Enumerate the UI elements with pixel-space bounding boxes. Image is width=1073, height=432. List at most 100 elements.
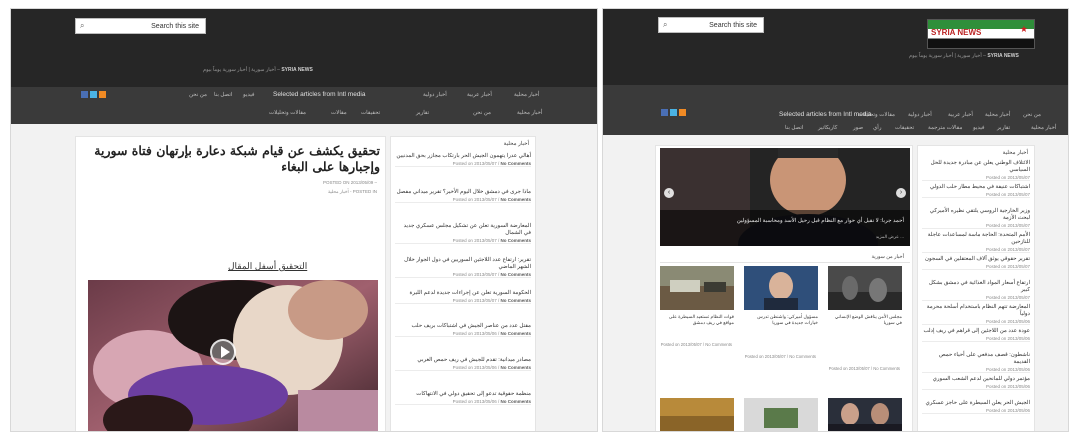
search-box[interactable]: ⌕ Search this site [75, 18, 206, 34]
sidebar: أخبار محلية أهالي عدرا يتهمون الجيش الحر… [390, 136, 536, 431]
search-icon: ⌕ [80, 21, 85, 30]
nav-item[interactable]: تحقيقات [361, 110, 380, 116]
nav-item[interactable]: من نحن [1023, 112, 1041, 118]
sidebar-item[interactable]: وزير الخارجية الروسي يلتقي نظيره الأميرك… [922, 208, 1030, 229]
sidebar-item[interactable]: الجيش الحر يعلن السيطرة على حاجز عسكري Po… [922, 400, 1030, 414]
nav-item[interactable]: اتصل بنا [214, 92, 232, 98]
card-thumbnail[interactable] [744, 398, 818, 431]
nav-item[interactable]: أخبار محلية [517, 110, 542, 116]
sidebar-item[interactable]: الأمم المتحدة: الحاجة ماسة لمساعدات عاجل… [922, 232, 1030, 253]
featured-image [660, 148, 910, 246]
play-icon[interactable] [210, 339, 236, 365]
post-date: POSTED ON 2013/05/09 – [322, 180, 377, 185]
sidebar-title: أخبار محلية [1002, 150, 1028, 156]
nav-item[interactable]: مقالات [331, 110, 347, 116]
sidebar-item[interactable]: الائتلاف الوطني يعلن عن مبادرة جديدة للح… [922, 160, 1030, 181]
sidebar-item[interactable]: المعارضة تتهم النظام باستخدام أسلحة محرم… [922, 304, 1030, 325]
nav-item[interactable]: فيديو [243, 92, 255, 98]
facebook-icon[interactable] [81, 91, 88, 98]
article-title: تحقيق يكشف عن قيام شبكة دعارة بإرتهان فت… [94, 143, 380, 174]
site-header: ⌕ Search this site SYRIA NEWS ★ أخبار سو… [603, 9, 1068, 85]
site-logo[interactable]: SYRIA NEWS ★ [927, 19, 1035, 49]
nav-item[interactable]: أخبار عربية [467, 92, 492, 98]
sidebar-item[interactable]: أهالي عدرا يتهمون الجيش الحر بارتكاب مجا… [395, 153, 531, 167]
sidebar-item[interactable]: ارتفاع أسعار المواد الغذائية في دمشق بشك… [922, 280, 1030, 301]
next-arrow-icon[interactable]: › [896, 188, 906, 198]
social-links [661, 109, 686, 116]
nav-item[interactable]: من نحن [473, 110, 491, 116]
nav-item[interactable]: أخبار محلية [1031, 125, 1056, 131]
section-divider [660, 262, 910, 263]
site-name: SYRIA NEWS [987, 53, 1019, 59]
sidebar-item[interactable]: عودة عدد من اللاجئين إلى قراهم في ريف إد… [922, 328, 1030, 342]
site-tagline: أخبار سورية | أخبار سورية يوماً بيوم – S… [909, 53, 1019, 59]
article: تحقيق يكشف عن قيام شبكة دعارة بإرتهان فت… [75, 136, 386, 431]
nav-item[interactable]: اتصل بنا [785, 125, 803, 131]
card-title[interactable]: قوات النظام تستعيد السيطرة على مواقع في … [660, 314, 734, 326]
right-screenshot: ⌕ Search this site SYRIA NEWS ★ أخبار سو… [602, 8, 1069, 432]
card-thumbnail[interactable] [660, 266, 734, 310]
nav-item[interactable]: مقالات مترجمة [928, 125, 962, 131]
star-icon: ★ [1019, 24, 1028, 34]
nav-item[interactable]: فيديو [973, 125, 985, 131]
site-header: ⌕ Search this site أخبار سورية | أخبار س… [11, 9, 597, 87]
twitter-icon[interactable] [670, 109, 677, 116]
search-placeholder: Search this site [709, 21, 757, 29]
prev-arrow-icon[interactable]: ‹ [664, 188, 674, 198]
featured-meta[interactable]: عرض المزيد ... [876, 234, 904, 240]
video-caption: التحقيق أسفل المقال [228, 261, 308, 271]
sidebar-item[interactable]: منظمة حقوقية تدعو إلى تحقيق دولي في الان… [395, 391, 531, 405]
card-thumbnail[interactable] [744, 266, 818, 310]
social-links [81, 91, 106, 98]
sidebar: أخبار محلية الائتلاف الوطني يعلن عن مباد… [917, 145, 1035, 431]
card-title[interactable]: مجلس الأمن يناقش الوضع الإنساني في سوريا [828, 314, 902, 326]
sidebar-item[interactable]: تقرير: ارتفاع عدد اللاجئين السوريين في د… [395, 257, 531, 278]
card-meta: Posted on 2013/05/07 / No Comments [744, 354, 816, 359]
nav-item[interactable]: صور [853, 125, 863, 131]
nav-item[interactable]: رأي [873, 125, 882, 131]
card-meta: Posted on 2013/05/07 / No Comments [660, 342, 732, 347]
nav-item[interactable]: كاريكاتير [818, 125, 837, 131]
card-meta: Posted on 2013/05/07 / No Comments [828, 366, 900, 371]
video-player[interactable] [88, 280, 378, 431]
nav-item[interactable]: من نحن [189, 92, 207, 98]
main-nav: أخبار محلية أخبار عربية أخبار دولية Sele… [11, 87, 597, 124]
nav-item[interactable]: تقارير [997, 125, 1010, 131]
card-thumbnail[interactable] [660, 398, 734, 431]
sidebar-item[interactable]: اشتباكات عنيفة في محيط مطار حلب الدولي Po… [922, 184, 1030, 198]
featured-caption[interactable]: أحمد جربا: لا نقبل أي حوار مع النظام قبل… [694, 218, 904, 225]
sidebar-item[interactable]: الحكومة السورية تعلن عن إجراءات جديدة لد… [395, 290, 531, 304]
search-placeholder: Search this site [151, 22, 199, 30]
rss-icon[interactable] [679, 109, 686, 116]
sidebar-item[interactable]: ماذا جرى في دمشق خلال اليوم الأخير؟ تقري… [395, 189, 531, 203]
sidebar-item[interactable]: المعارضة السورية تعلن عن تشكيل مجلس عسكر… [395, 223, 531, 244]
sidebar-item[interactable]: تقرير حقوقي يوثق آلاف المعتقلين في السجو… [922, 256, 1030, 270]
nav-item[interactable]: تقارير [416, 110, 429, 116]
nav-item[interactable]: أخبار دولية [423, 92, 447, 98]
section-title: أخبار من سورية [871, 254, 904, 260]
sidebar-item[interactable]: مؤتمر دولي للمانحين لدعم الشعب السوري Pos… [922, 376, 1030, 390]
nav-item[interactable]: تحقيقات [895, 125, 914, 131]
nav-item[interactable]: مقالات وتحليلات [269, 110, 306, 116]
rss-icon[interactable] [99, 91, 106, 98]
nav-item[interactable]: Selected articles from Intl media [273, 91, 365, 98]
nav-item[interactable]: أخبار محلية [985, 112, 1010, 118]
sidebar-title: أخبار محلية [503, 141, 529, 147]
featured-slider[interactable]: ‹ › أحمد جربا: لا نقبل أي حوار مع النظام… [660, 148, 910, 246]
search-icon: ⌕ [663, 20, 668, 29]
twitter-icon[interactable] [90, 91, 97, 98]
nav-item[interactable]: أخبار محلية [514, 92, 539, 98]
card-title[interactable]: مسؤول أميركي: واشنطن تدرس خيارات جديدة ف… [744, 314, 818, 326]
nav-item[interactable]: أخبار دولية [908, 112, 932, 118]
facebook-icon[interactable] [661, 109, 668, 116]
nav-item[interactable]: أخبار عربية [948, 112, 973, 118]
post-category: أخبار محلية - POSTED IN [327, 189, 377, 194]
card-thumbnail[interactable] [828, 266, 902, 310]
sidebar-item[interactable]: ناشطون: قصف مدفعي على أحياء حمص القديمة P… [922, 352, 1030, 373]
site-tagline: أخبار سورية | أخبار سورية يوماً بيوم – S… [203, 67, 313, 73]
nav-item[interactable]: Selected articles from Intl media [779, 111, 871, 118]
search-box[interactable]: ⌕ Search this site [658, 17, 764, 33]
card-thumbnail[interactable] [828, 398, 902, 431]
sidebar-item[interactable]: مصادر ميدانية: تقدم للجيش في ريف حمص الغ… [395, 357, 531, 371]
sidebar-item[interactable]: مقتل عدد من عناصر الجيش في اشتباكات بريف… [395, 323, 531, 337]
